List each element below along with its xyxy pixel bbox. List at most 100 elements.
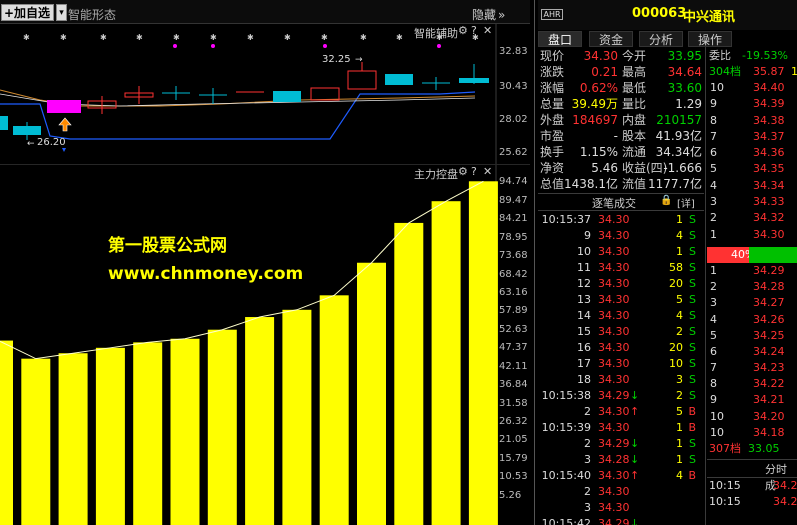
lock-icon[interactable]: 🔒 xyxy=(660,195,672,206)
svg-text:✱: ✱ xyxy=(210,33,217,42)
sell-price: 34.35 xyxy=(753,162,785,176)
tab-smart-pattern[interactable]: 智能形态 xyxy=(68,6,116,23)
tick-side: S xyxy=(689,277,696,290)
sell-level[interactable]: 6 34.36 xyxy=(707,145,797,161)
add-to-watchlist-button[interactable]: +加自选 xyxy=(1,4,54,21)
panel-settings-icon[interactable]: ⚙ xyxy=(458,24,468,37)
stock-code: 000063 xyxy=(632,6,687,21)
tick-side: S xyxy=(689,293,696,306)
tab-analysis[interactable]: 分析 xyxy=(639,31,683,47)
sell-level[interactable]: 8 34.38 xyxy=(707,113,797,129)
panel-close-icon[interactable]: ✕ xyxy=(483,165,492,178)
tick-volume: 1 xyxy=(676,213,683,226)
buy-level[interactable]: 1 34.29 xyxy=(707,263,797,279)
buy-index: 5 xyxy=(710,328,717,342)
quote-value: -1.666 xyxy=(663,161,702,175)
sell-level[interactable]: 9 34.39 xyxy=(707,96,797,112)
buy-level[interactable]: 3 34.27 xyxy=(707,295,797,311)
tick-time: 3 xyxy=(584,453,591,466)
quote-value: 34.34亿 xyxy=(655,145,702,159)
bar-panel-title: 主力控盘 xyxy=(414,168,458,181)
sell-level[interactable]: 10 34.40 xyxy=(707,80,797,96)
sell-level[interactable]: 7 34.37 xyxy=(707,129,797,145)
sell-level[interactable]: 2 34.32 xyxy=(707,210,797,226)
control-bar xyxy=(95,347,125,525)
svg-text:✱: ✱ xyxy=(247,33,254,42)
control-bar xyxy=(207,329,237,525)
buy-level[interactable]: 6 34.24 xyxy=(707,344,797,360)
quote-value: 39.49万 xyxy=(571,97,618,111)
sell-level[interactable]: 5 34.35 xyxy=(707,161,797,177)
sell-index: 6 xyxy=(710,146,717,160)
tick-volume: 5 xyxy=(676,405,683,418)
hide-button[interactable]: 隐藏» xyxy=(472,6,505,23)
sell-price: 34.30 xyxy=(753,227,785,241)
quote-row: 外盘 184697 内盘 210157 xyxy=(540,112,704,128)
double-chevron-icon: » xyxy=(498,8,506,22)
panel-help-icon[interactable]: ? xyxy=(471,24,477,37)
sell-price: 34.37 xyxy=(753,129,785,143)
quote-value: 0.21 xyxy=(591,65,618,79)
sell-level[interactable]: 4 34.34 xyxy=(707,178,797,194)
tab-operations[interactable]: 操作 xyxy=(688,31,732,47)
tick-volume: 4 xyxy=(676,309,683,322)
sell-level[interactable]: 3 34.33 xyxy=(707,194,797,210)
sell-index: 10 xyxy=(710,81,724,94)
control-bar xyxy=(0,340,13,525)
buy-level[interactable]: 10 34.20 xyxy=(707,409,797,425)
tick-price: 34.30 xyxy=(598,229,630,242)
svg-text:✱: ✱ xyxy=(136,33,143,42)
tick-row: 15 34.30 2 S xyxy=(540,324,704,340)
candle-panel[interactable]: ✱ ✱ ✱ ✱ ✱ ✱ ✱ ✱ ✱ ✱ ✱ ✱ ✱ → ← 智能辅助 ⚙ ? ✕… xyxy=(0,24,530,164)
svg-text:←: ← xyxy=(27,139,35,149)
quote-value: 1.15% xyxy=(579,145,618,159)
fenshi-row: 10:15 34.2 xyxy=(707,494,797,510)
buy-price: 34.24 xyxy=(753,344,785,358)
order-level-price: 35.87 xyxy=(753,65,785,78)
svg-text:✱: ✱ xyxy=(23,33,30,42)
panel-settings-icon[interactable]: ⚙ xyxy=(458,165,468,178)
tick-time: 17 xyxy=(577,357,591,370)
quote-label: 今开 xyxy=(622,49,647,63)
panel-close-icon[interactable]: ✕ xyxy=(483,24,492,37)
buy-level[interactable]: 4 34.26 xyxy=(707,312,797,328)
buy-level[interactable]: 7 34.23 xyxy=(707,360,797,376)
buy-level[interactable]: 5 34.25 xyxy=(707,328,797,344)
tick-time: 16 xyxy=(577,341,591,354)
tick-side: S xyxy=(689,357,696,370)
tick-time: 2 xyxy=(584,405,591,418)
signal-stars: ✱ ✱ ✱ ✱ ✱ ✱ ✱ ✱ ✱ ✱ ✱ ✱ ✱ xyxy=(23,33,479,42)
buy-level[interactable]: 8 34.22 xyxy=(707,376,797,392)
bar-ylabel: 47.37 xyxy=(499,342,528,354)
ratio-bar: 40% xyxy=(707,246,797,263)
buy-level[interactable]: 10 34.18 xyxy=(707,425,797,441)
quote-row: 现价 34.30 今开 33.95 xyxy=(540,48,704,64)
tick-price: 34.30 xyxy=(598,405,630,418)
buy-level[interactable]: 9 34.21 xyxy=(707,392,797,408)
tick-side: S xyxy=(689,229,696,242)
tick-price: 34.30 xyxy=(598,213,630,226)
ahr-badge[interactable]: AHR xyxy=(541,9,563,20)
panel-help-icon[interactable]: ? xyxy=(471,165,477,178)
watermark-url: www.chnmoney.com xyxy=(108,264,304,284)
buy-index: 10 xyxy=(710,409,724,423)
buy-index: 9 xyxy=(710,393,717,407)
bar-panel[interactable]: 主力控盘 ⚙ ? ✕ 94.74 89.47 84.21 78.95 73.68 68.4… xyxy=(0,165,530,525)
buy-price: 34.29 xyxy=(753,263,785,277)
ratio-bar-sell xyxy=(749,246,797,263)
tick-time: 10:15:40 xyxy=(541,469,591,482)
tick-detail-link[interactable]: [详] xyxy=(677,195,695,210)
tick-volume: 2 xyxy=(676,325,683,338)
tab-pankou[interactable]: 盘口 xyxy=(538,31,582,47)
buy-level[interactable]: 2 34.28 xyxy=(707,279,797,295)
sell-level[interactable]: 1 34.30 xyxy=(707,227,797,243)
tick-row: 12 34.30 20 S xyxy=(540,276,704,292)
quote-value: 0.62% xyxy=(579,81,618,95)
tab-funds[interactable]: 资金 xyxy=(589,31,633,47)
tick-side: S xyxy=(689,453,696,466)
tick-row: 3 34.28 ↓ 1 S xyxy=(540,452,704,468)
bar-ylabel: 5.26 xyxy=(499,489,522,501)
tick-time: 14 xyxy=(577,309,591,322)
watchlist-dropdown-button[interactable]: ▾ xyxy=(56,4,67,21)
tick-row: 13 34.30 5 S xyxy=(540,292,704,308)
